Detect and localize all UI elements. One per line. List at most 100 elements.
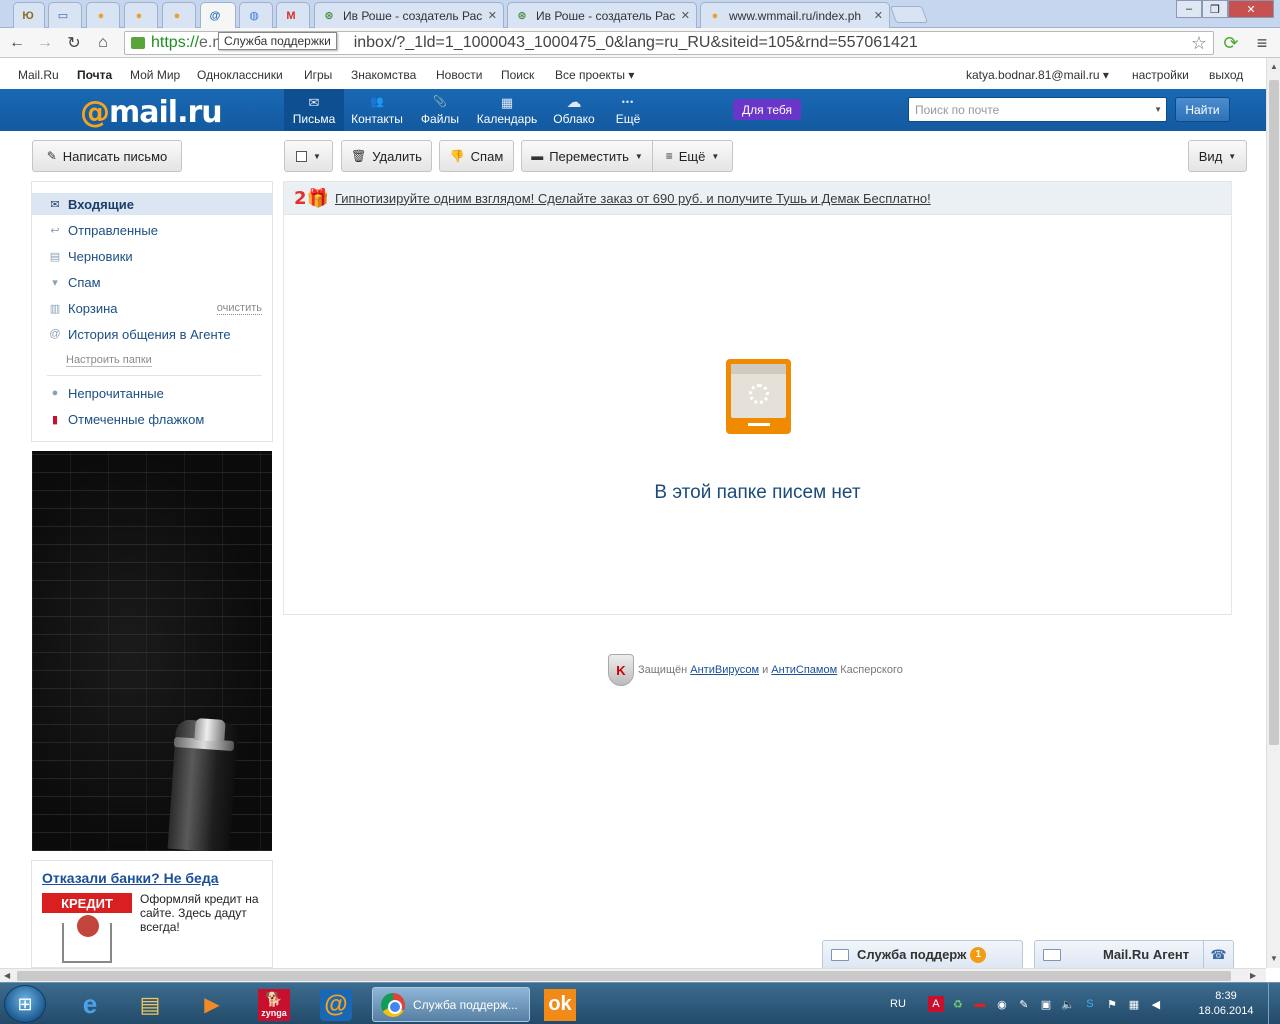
filter-unread[interactable]: ● Непрочитанные bbox=[32, 382, 272, 404]
support-chat-widget[interactable]: Служба поддерж 1 bbox=[822, 940, 1023, 968]
tab-webmoney[interactable]: ▭ bbox=[48, 2, 82, 28]
folder-spam[interactable]: ▾ Спам bbox=[32, 271, 272, 293]
tab-close-icon[interactable]: ✕ bbox=[681, 9, 690, 22]
tab-close-icon[interactable]: ✕ bbox=[488, 9, 497, 22]
folder-drafts[interactable]: ▤ Черновики bbox=[32, 245, 272, 267]
portal-link-all-projects[interactable]: Все проекты ▾ bbox=[555, 68, 634, 82]
scroll-right-icon[interactable]: ▶ bbox=[1250, 971, 1256, 980]
portal-link-news[interactable]: Новости bbox=[436, 68, 482, 82]
select-all-checkbox[interactable]: ▼ bbox=[284, 140, 333, 172]
antispam-link[interactable]: АнтиСпамом bbox=[771, 664, 837, 676]
tab-mailru-active[interactable]: @ bbox=[200, 2, 236, 29]
credit-ad[interactable]: Отказали банки? Не беда КРЕДИТ Оформляй … bbox=[31, 860, 273, 968]
volume-icon[interactable]: ◀ bbox=[1148, 996, 1164, 1012]
language-indicator[interactable]: RU bbox=[890, 998, 906, 1010]
search-button[interactable]: Найти bbox=[1175, 97, 1230, 122]
tab-gmail[interactable]: M bbox=[276, 2, 310, 28]
for-you-button[interactable]: Для тебя bbox=[733, 99, 801, 120]
compose-button[interactable]: ✎ Написать письмо bbox=[32, 140, 182, 172]
nav-files[interactable]: 📎 Файлы bbox=[409, 89, 471, 131]
nav-letters[interactable]: ✉ Письма bbox=[284, 89, 344, 131]
more-actions-button[interactable]: ≡ Ещё ▼ bbox=[652, 140, 733, 172]
media-player-icon[interactable]: ▶ bbox=[186, 987, 238, 1022]
horizontal-scrollbar[interactable]: ◀ ▶ bbox=[0, 968, 1266, 982]
agent-widget[interactable]: Mail.Ru Агент ☎ bbox=[1034, 940, 1234, 969]
mailru-logo[interactable]: @mail.ru bbox=[80, 95, 223, 130]
back-arrow-icon[interactable]: ← bbox=[6, 32, 28, 54]
tab-yves-rocher-2[interactable]: ⊛ Ив Роше - создатель Рас ✕ bbox=[507, 2, 697, 28]
phone-icon[interactable]: ☎ bbox=[1203, 941, 1233, 969]
start-button[interactable]: ⊞ bbox=[4, 985, 46, 1023]
nav-more[interactable]: ••• Ещё bbox=[597, 89, 659, 131]
mailru-agent-icon[interactable]: @ bbox=[310, 987, 362, 1022]
tab-wmmail[interactable]: ● www.wmmail.ru/index.ph ✕ bbox=[700, 2, 890, 28]
monitor-icon[interactable]: ▣ bbox=[1038, 996, 1054, 1012]
explorer-icon[interactable]: ▤ bbox=[124, 987, 176, 1022]
pen-icon[interactable]: ✎ bbox=[1016, 996, 1032, 1012]
folder-trash[interactable]: ▥ Корзина очистить bbox=[32, 297, 272, 319]
tab-yandex-money[interactable]: Ю bbox=[13, 2, 45, 28]
folder-sent[interactable]: ↩ Отправленные bbox=[32, 219, 272, 241]
show-desktop-button[interactable] bbox=[1268, 983, 1280, 1024]
search-dropdown-icon[interactable]: ▼ bbox=[1154, 105, 1162, 114]
reload-icon[interactable]: ↻ bbox=[63, 32, 85, 54]
portal-link-mailru[interactable]: Mail.Ru bbox=[18, 68, 59, 82]
portal-link-odnoklassniki[interactable]: Одноклассники bbox=[197, 68, 283, 82]
folder-inbox[interactable]: ✉ Входящие bbox=[32, 193, 272, 215]
tab-yves-rocher-1[interactable]: ⊛ Ив Роше - создатель Рас ✕ bbox=[314, 2, 504, 28]
folder-agent-history[interactable]: @ История общения в Агенте bbox=[32, 323, 272, 345]
logout-link[interactable]: выход bbox=[1209, 68, 1243, 82]
portal-link-dating[interactable]: Знакомства bbox=[351, 68, 416, 82]
empty-trash-link[interactable]: очистить bbox=[216, 302, 262, 315]
configure-folders-link[interactable]: Настроить папки bbox=[66, 354, 152, 367]
menu-wrench-icon[interactable]: ≡ bbox=[1251, 32, 1273, 54]
flag-ru-icon[interactable]: ▬ bbox=[972, 996, 988, 1012]
delete-button[interactable]: 🗑 Удалить bbox=[341, 140, 432, 172]
tab-close-icon[interactable]: ✕ bbox=[874, 9, 883, 22]
restore-button[interactable]: ❐ bbox=[1202, 0, 1228, 18]
mail-search-input[interactable]: Поиск по почте ▼ bbox=[908, 97, 1167, 122]
tab-orange-3[interactable]: ● bbox=[162, 2, 196, 28]
spam-button[interactable]: 👎 Спам bbox=[439, 140, 514, 172]
close-window-button[interactable]: ✕ bbox=[1228, 0, 1274, 18]
settings-link[interactable]: настройки bbox=[1132, 68, 1189, 82]
user-account-menu[interactable]: katya.bodnar.81@mail.ru ▾ bbox=[966, 68, 1109, 82]
tab-globe[interactable]: ◍ bbox=[239, 2, 273, 28]
speaker-icon[interactable]: 🔈 bbox=[1060, 996, 1076, 1012]
bookmark-star-icon[interactable]: ☆ bbox=[1188, 32, 1210, 54]
move-button[interactable]: ▬ Переместить ▼ bbox=[521, 140, 653, 172]
skype-icon[interactable]: S bbox=[1082, 996, 1098, 1012]
nav-cloud[interactable]: ☁ Облако bbox=[543, 89, 605, 131]
tab-orange-2[interactable]: ● bbox=[124, 2, 158, 28]
portal-link-games[interactable]: Игры bbox=[304, 68, 332, 82]
credit-ad-title[interactable]: Отказали банки? Не беда bbox=[42, 870, 219, 886]
scroll-down-icon[interactable]: ▼ bbox=[1270, 954, 1278, 963]
green-app-icon[interactable]: ♻ bbox=[950, 996, 966, 1012]
tab-orange-1[interactable]: ● bbox=[86, 2, 120, 28]
portal-link-my-world[interactable]: Мой Мир bbox=[130, 68, 180, 82]
clock[interactable]: 8:39 18.06.2014 bbox=[1196, 989, 1256, 1019]
nav-calendar[interactable]: ▦ Календарь bbox=[473, 89, 541, 131]
scroll-up-icon[interactable]: ▲ bbox=[1270, 62, 1278, 71]
view-button[interactable]: Вид ▼ bbox=[1188, 140, 1247, 172]
portal-link-mail[interactable]: Почта bbox=[77, 68, 112, 82]
portal-link-search[interactable]: Поиск bbox=[501, 68, 534, 82]
promo-link[interactable]: Гипнотизируйте одним взглядом! Сделайте … bbox=[335, 191, 931, 206]
disk-icon[interactable]: ◉ bbox=[994, 996, 1010, 1012]
minimize-button[interactable]: ‒ bbox=[1176, 0, 1202, 18]
zynga-icon[interactable]: 🐕 zynga bbox=[248, 987, 300, 1022]
odnoklassniki-icon[interactable]: ok bbox=[534, 987, 586, 1022]
horizontal-scroll-thumb[interactable] bbox=[17, 971, 1231, 981]
credit-ad-image[interactable]: КРЕДИТ bbox=[42, 893, 132, 967]
new-tab-button[interactable] bbox=[889, 6, 929, 23]
scroll-left-icon[interactable]: ◀ bbox=[4, 971, 10, 980]
extension-icon[interactable]: ⟳ bbox=[1220, 32, 1242, 54]
adobe-icon[interactable]: A bbox=[927, 996, 944, 1012]
sidebar-ad-banner[interactable] bbox=[32, 451, 272, 851]
home-icon[interactable]: ⌂ bbox=[92, 32, 114, 54]
action-center-flag-icon[interactable]: ⚑ bbox=[1104, 996, 1120, 1012]
network-icon[interactable]: ▦ bbox=[1126, 996, 1142, 1012]
filter-flagged[interactable]: ▮ Отмеченные флажком bbox=[32, 408, 272, 430]
antivirus-link[interactable]: АнтиВирусом bbox=[690, 664, 759, 676]
vertical-scrollbar[interactable]: ▲ ▼ bbox=[1266, 58, 1280, 968]
